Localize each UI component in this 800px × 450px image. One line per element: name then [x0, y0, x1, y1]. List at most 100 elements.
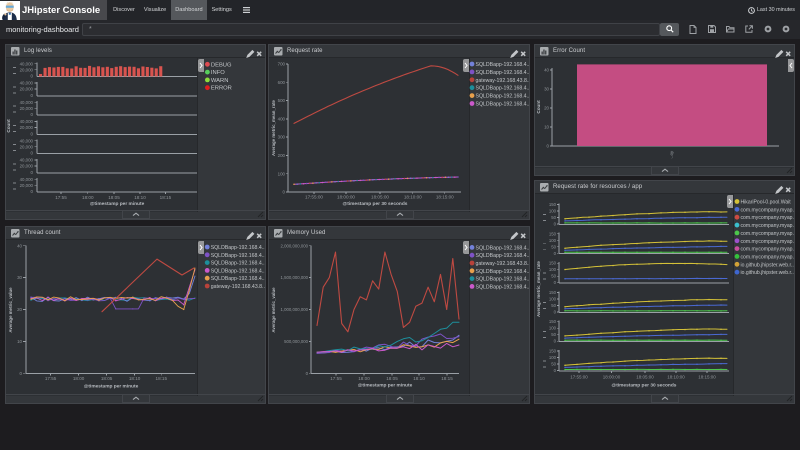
svg-text:com.mycompany.myap...: com.mycompany.myap...: [741, 254, 795, 260]
svg-text:gateway-192.168.43.8...: gateway-192.168.43.8...: [476, 78, 530, 84]
svg-text:Count: Count: [6, 119, 11, 133]
svg-text:100: 100: [549, 238, 557, 243]
svg-text:40,000: 40,000: [20, 138, 34, 143]
svg-text:150: 150: [549, 202, 557, 207]
svg-text:gateway-192.168.43.8...: gateway-192.168.43.8...: [476, 261, 530, 267]
svg-text:20: 20: [17, 307, 22, 312]
svg-text:18:00:00: 18:00:00: [337, 195, 355, 200]
svg-text:100: 100: [278, 171, 286, 176]
svg-text:150: 150: [549, 261, 557, 266]
svg-text:SQLDBapp-192.168.4...: SQLDBapp-192.168.4...: [476, 102, 530, 108]
svg-text:18:00: 18:00: [82, 195, 94, 200]
svg-text:17:55: 17:55: [330, 376, 342, 381]
svg-text:WARN: WARN: [211, 78, 229, 84]
svg-text:40,000: 40,000: [20, 100, 34, 105]
svg-text:50: 50: [551, 274, 556, 279]
svg-text:Average metric_value: Average metric_value: [8, 287, 13, 333]
svg-text:40: 40: [17, 243, 22, 248]
svg-text:@timestamp per minute: @timestamp per minute: [90, 201, 145, 207]
svg-text:SQLDBapp-192.168.4...: SQLDBapp-192.168.4...: [211, 276, 265, 282]
svg-text:50: 50: [551, 332, 556, 337]
svg-text:@timestamp per minute: @timestamp per minute: [358, 383, 413, 389]
svg-text:50: 50: [551, 303, 556, 308]
svg-text:100: 100: [549, 209, 557, 214]
svg-text:17:55:00: 17:55:00: [305, 195, 323, 200]
svg-text:18:15:00: 18:15:00: [698, 375, 716, 380]
svg-text:SQLDBapp-192.168.4...: SQLDBapp-192.168.4...: [476, 253, 530, 259]
svg-text:40,000: 40,000: [20, 119, 34, 124]
svg-text:100: 100: [549, 326, 557, 331]
svg-text:20,000: 20,000: [20, 67, 34, 72]
svg-text:SQLDBapp-192.168.4...: SQLDBapp-192.168.4...: [476, 94, 530, 100]
svg-text:10: 10: [544, 125, 549, 130]
svg-text:1,500,000,000: 1,500,000,000: [281, 275, 309, 280]
svg-text:40,000: 40,000: [20, 158, 34, 163]
svg-text:17:55: 17:55: [55, 195, 67, 200]
svg-text:50: 50: [551, 215, 556, 220]
svg-text:40,000: 40,000: [20, 81, 34, 86]
svg-text:40,000: 40,000: [20, 61, 34, 66]
svg-text:SQLDBapp-192.168.4...: SQLDBapp-192.168.4...: [476, 62, 530, 68]
svg-text:30: 30: [544, 87, 549, 92]
svg-text:ERROR: ERROR: [211, 86, 232, 92]
svg-text:150: 150: [549, 319, 557, 324]
svg-text:17:55: 17:55: [45, 376, 57, 381]
svg-text:@timestamp per 30 seconds: @timestamp per 30 seconds: [612, 383, 677, 389]
svg-text:SQLDBapp-192.168.4...: SQLDBapp-192.168.4...: [476, 277, 530, 283]
svg-text:40,000: 40,000: [20, 177, 34, 182]
svg-text:INFO: INFO: [211, 70, 225, 76]
svg-text:com.mycompany.myap...: com.mycompany.myap...: [741, 231, 795, 237]
svg-text:10: 10: [17, 339, 22, 344]
svg-text:com.mycompany.myap...: com.mycompany.myap...: [741, 207, 795, 213]
svg-text:50: 50: [551, 362, 556, 367]
svg-text:18:15: 18:15: [160, 195, 172, 200]
svg-text:18:10: 18:10: [413, 376, 425, 381]
svg-text:400: 400: [278, 116, 286, 121]
svg-text:18:00: 18:00: [358, 376, 370, 381]
svg-text:gateway-192.168.43.8...: gateway-192.168.43.8...: [211, 284, 265, 290]
svg-text:io.github.jhipster.web.r...: io.github.jhipster.web.r...: [741, 262, 795, 268]
svg-text:20,000: 20,000: [20, 164, 34, 169]
svg-text:18:05: 18:05: [101, 376, 113, 381]
svg-text:18:00:00: 18:00:00: [603, 375, 621, 380]
svg-text:20,000: 20,000: [20, 87, 34, 92]
svg-text:40: 40: [544, 68, 549, 73]
svg-text:30: 30: [17, 275, 22, 280]
svg-text:18:15: 18:15: [441, 376, 453, 381]
svg-text:18:10: 18:10: [129, 376, 141, 381]
svg-text:18:15: 18:15: [156, 376, 168, 381]
svg-text:DEBUG: DEBUG: [211, 62, 232, 68]
svg-text:20,000: 20,000: [20, 125, 34, 130]
svg-text:2,000,000,000: 2,000,000,000: [281, 243, 309, 248]
svg-text:SQLDBapp-192.168.4...: SQLDBapp-192.168.4...: [211, 268, 265, 274]
svg-text:600: 600: [278, 80, 286, 85]
svg-text:17:55:00: 17:55:00: [570, 375, 588, 380]
svg-text:300: 300: [278, 135, 286, 140]
svg-text:Average metric_value: Average metric_value: [271, 287, 276, 333]
svg-text:Average metric_mean_rate: Average metric_mean_rate: [271, 99, 276, 156]
svg-text:18:05:00: 18:05:00: [371, 195, 389, 200]
svg-text:SQLDBapp-192.168.4...: SQLDBapp-192.168.4...: [476, 284, 530, 290]
svg-text:18:05:00: 18:05:00: [636, 375, 654, 380]
svg-text:50: 50: [551, 244, 556, 249]
svg-text:18:10:00: 18:10:00: [667, 375, 685, 380]
svg-text:com.mycompany.myap...: com.mycompany.myap...: [741, 223, 795, 229]
svg-text:20,000: 20,000: [20, 106, 34, 111]
svg-text:@timestamp per 30 seconds: @timestamp per 30 seconds: [343, 201, 408, 207]
svg-text:SQLDBapp-192.168.4...: SQLDBapp-192.168.4...: [211, 253, 265, 259]
svg-text:100: 100: [549, 267, 557, 272]
svg-text:20,000: 20,000: [20, 144, 34, 149]
svg-text:Average metric_mean_rate: Average metric_mean_rate: [536, 260, 541, 317]
svg-text:150: 150: [549, 349, 557, 354]
svg-text:Count: Count: [536, 100, 541, 114]
svg-text:18:15:00: 18:15:00: [436, 195, 454, 200]
svg-text:18:05: 18:05: [108, 195, 120, 200]
svg-text:200: 200: [278, 153, 286, 158]
svg-text:150: 150: [549, 290, 557, 295]
svg-text:SQLDBapp-192.168.4...: SQLDBapp-192.168.4...: [211, 261, 265, 267]
svg-text:20: 20: [544, 106, 549, 111]
svg-text:18:05: 18:05: [386, 376, 398, 381]
svg-text:com.mycompany.myap...: com.mycompany.myap...: [741, 239, 795, 245]
svg-text:SQLDBapp-192.168.4...: SQLDBapp-192.168.4...: [476, 269, 530, 275]
svg-text:@timestamp per minute: @timestamp per minute: [84, 384, 139, 390]
